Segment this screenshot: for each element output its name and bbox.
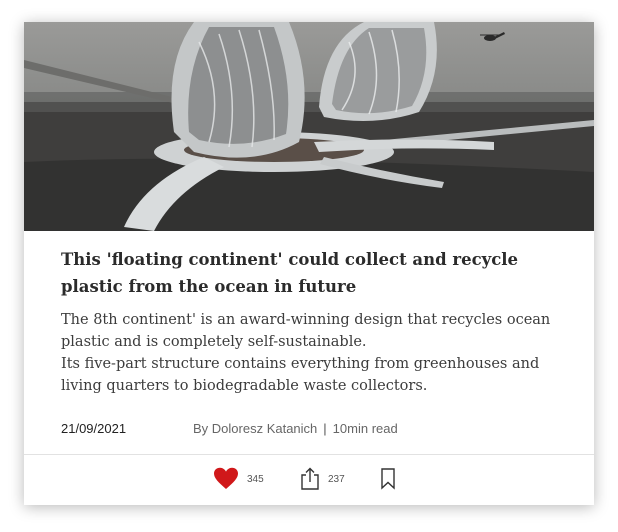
article-card[interactable]: This 'floating continent' could collect … [24,22,594,505]
article-date: 21/09/2021 [61,421,127,436]
article-byline: By Doloresz Katanich | 10min read [193,421,398,436]
like-button[interactable]: 345 [213,467,264,491]
heart-icon [214,467,238,489]
helicopter [480,32,505,41]
share-count: 237 [328,473,345,485]
bookmark-icon [381,468,395,490]
article-actions: 345 237 [24,455,594,505]
floating-continent-illustration [24,22,594,231]
read-time: 10min read [332,421,398,436]
like-count: 345 [247,473,264,485]
article-hero-image[interactable] [24,22,594,231]
bookmark-button[interactable] [380,467,396,491]
byline-separator: | [323,421,327,436]
share-button[interactable]: 237 [300,467,345,491]
article-title[interactable]: This 'floating continent' could collect … [61,246,561,300]
share-icon [301,467,319,490]
description-line: Its five-part structure contains everyth… [61,356,540,394]
article-description: The 8th continent' is an award-winning d… [61,309,561,397]
author-name[interactable]: By Doloresz Katanich [193,421,317,436]
description-line: The 8th continent' is an award-winning d… [61,312,551,350]
